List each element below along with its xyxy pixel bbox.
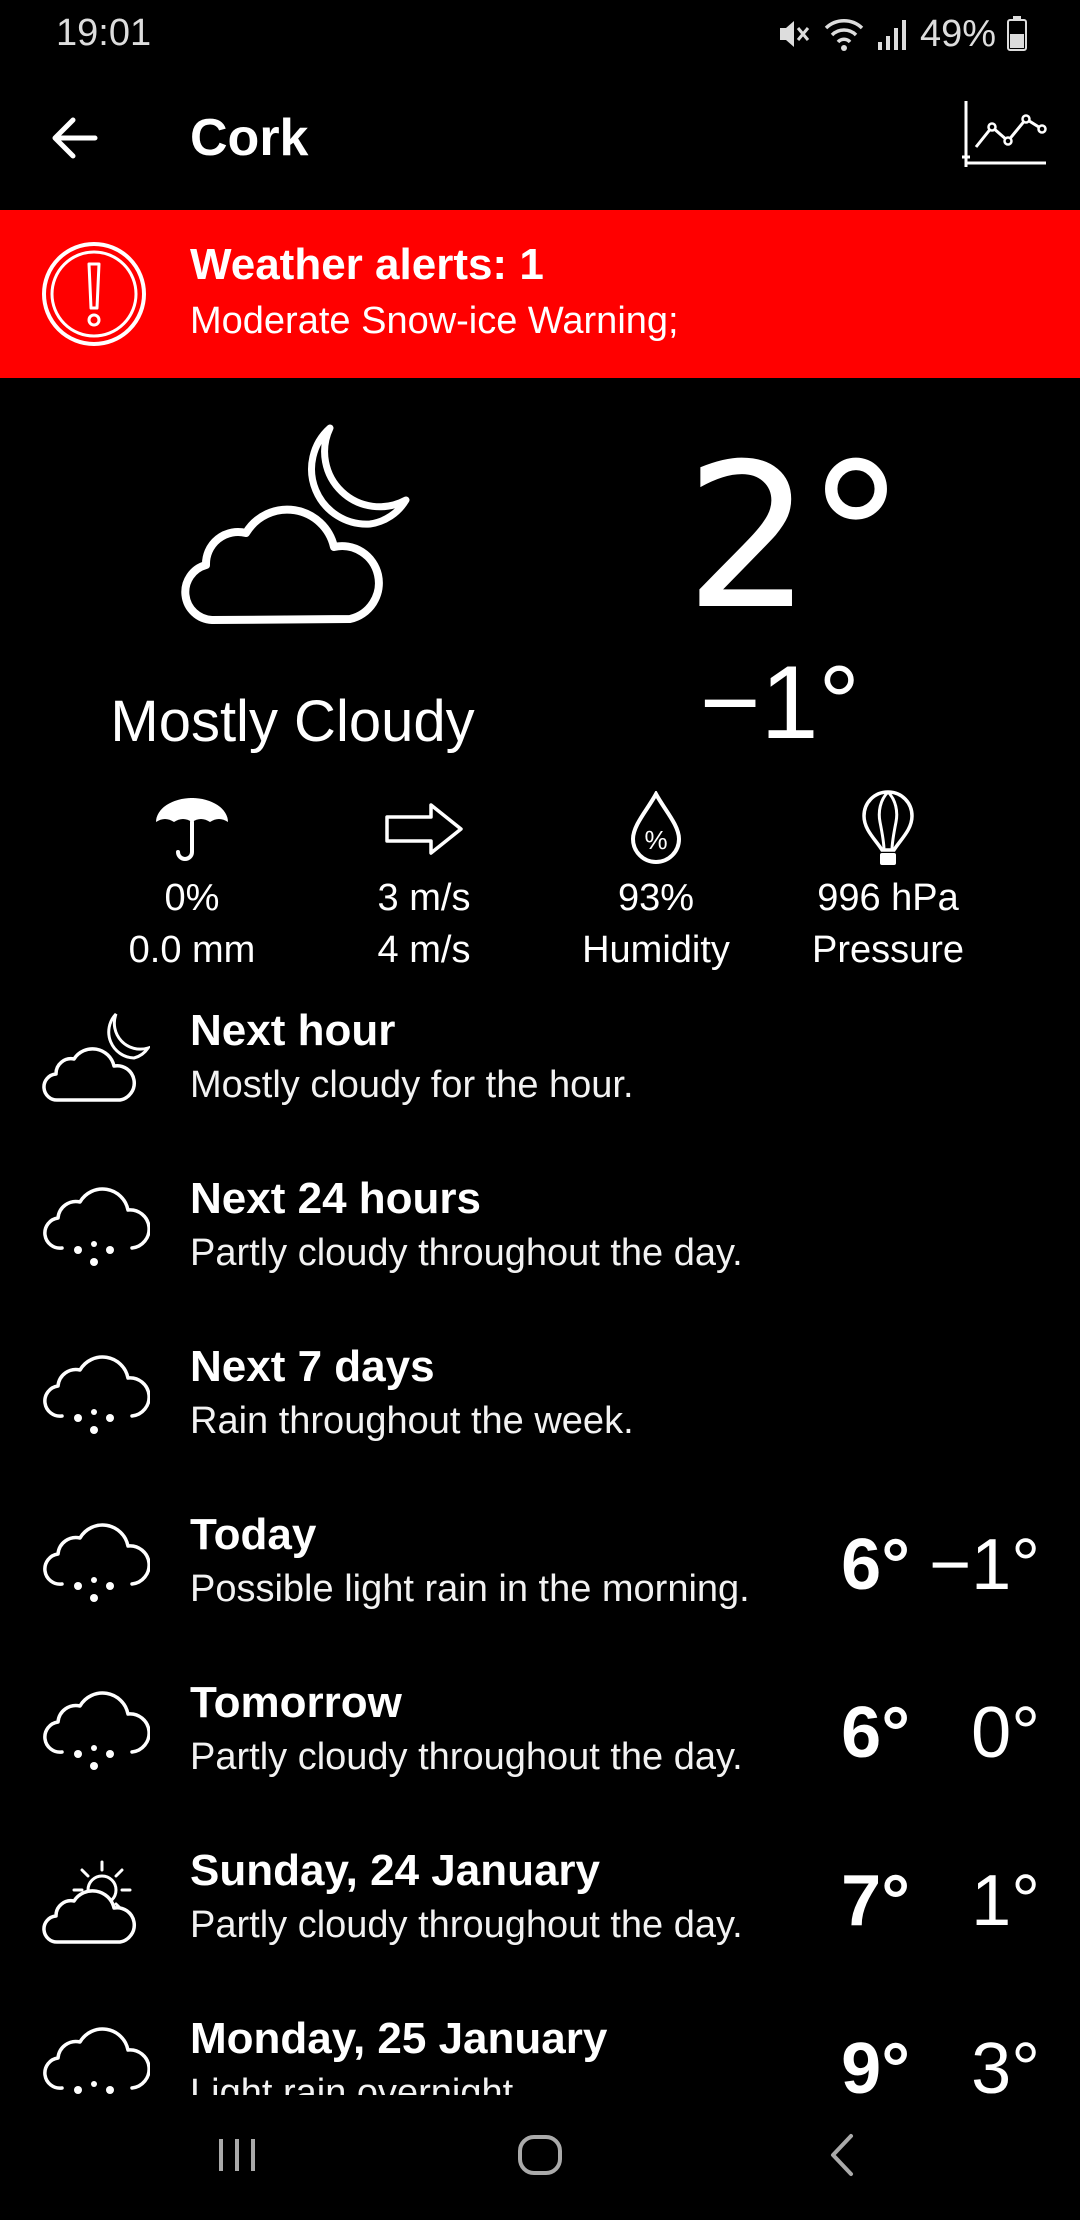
forecast-high: 7° (841, 1861, 910, 1941)
cloud-rain-icon (38, 1178, 151, 1278)
app-bar: Cork (0, 70, 1080, 210)
cloud-moon-icon (160, 420, 420, 640)
home-icon (516, 2131, 564, 2184)
forecast-title: Next hour (190, 1006, 396, 1055)
alert-title: Weather alerts: 1 (190, 240, 544, 289)
forecast-title: Sunday, 24 January (190, 1846, 601, 1895)
forecast-summary: Light rain overnight. (190, 2072, 524, 2095)
forecast-row-next-7-days[interactable]: Next 7 days Rain throughout the week. (0, 1326, 1080, 1494)
humidity-stat: % 93% Humidity (540, 790, 772, 980)
weather-alert-banner[interactable]: Weather alerts: 1 Moderate Snow-ice Warn… (0, 210, 1080, 378)
nav-back-button[interactable] (787, 2117, 897, 2197)
forecast-title: Next 24 hours (190, 1174, 481, 1223)
current-temperature: 2° (684, 421, 906, 654)
precip-chance: 0% (164, 877, 220, 919)
recents-icon (215, 2135, 259, 2180)
forecast-low: 0° (971, 1693, 1040, 1773)
forecast-summary: Partly cloudy throughout the day. (190, 1232, 743, 1274)
forecast-row-next-hour[interactable]: Next hour Mostly cloudy for the hour. (0, 990, 1080, 1158)
forecast-summary: Partly cloudy throughout the day. (190, 1904, 743, 1946)
recents-button[interactable] (182, 2117, 292, 2197)
chart-button[interactable] (956, 94, 1052, 180)
battery-icon (1006, 14, 1028, 54)
forecast-summary: Partly cloudy throughout the day. (190, 1736, 743, 1778)
pressure-value: 996 hPa (817, 877, 959, 919)
forecast-list: Next hour Mostly cloudy for the hour. Ne… (0, 990, 1080, 2095)
svg-text:%: % (644, 825, 667, 855)
wind-gust: 4 m/s (377, 929, 471, 971)
feels-like-temperature: −1° (699, 645, 860, 761)
forecast-row-today[interactable]: Today Possible light rain in the morning… (0, 1494, 1080, 1662)
forecast-row-sunday[interactable]: Sunday, 24 January Partly cloudy through… (0, 1830, 1080, 1998)
forecast-summary: Rain throughout the week. (190, 1400, 634, 1442)
page-title: Cork (190, 109, 309, 167)
pressure-label: Pressure (811, 929, 965, 971)
home-button[interactable] (485, 2117, 595, 2197)
wind-speed: 3 m/s (377, 877, 471, 919)
forecast-title: Next 7 days (190, 1342, 435, 1391)
system-nav-bar (0, 2095, 1080, 2220)
wifi-icon (822, 14, 866, 54)
wind-arrow-icon (383, 790, 465, 868)
cloud-rain-icon (38, 1346, 151, 1446)
exclamation-circle-icon (40, 240, 148, 348)
cloud-rain-icon (38, 2018, 151, 2095)
status-icons: 49% (776, 12, 1028, 56)
forecast-low: 3° (971, 2029, 1040, 2095)
back-button[interactable] (36, 102, 112, 178)
forecast-high: 6° (841, 1525, 910, 1605)
forecast-high: 9° (841, 2029, 910, 2095)
forecast-title: Tomorrow (190, 1678, 402, 1727)
forecast-high: 6° (841, 1693, 910, 1773)
pressure-stat: 996 hPa Pressure (772, 790, 1004, 980)
status-time: 19:01 (56, 12, 152, 54)
forecast-title: Monday, 25 January (190, 2014, 608, 2063)
forecast-summary: Mostly cloudy for the hour. (190, 1064, 634, 1106)
humidity-drop-icon: % (628, 790, 684, 868)
forecast-row-monday[interactable]: Monday, 25 January Light rain overnight.… (0, 1998, 1080, 2095)
precipitation-stat: 0% 0.0 mm (76, 790, 308, 980)
wind-stat: 3 m/s 4 m/s (308, 790, 540, 980)
forecast-row-tomorrow[interactable]: Tomorrow Partly cloudy throughout the da… (0, 1662, 1080, 1830)
mute-icon (776, 14, 812, 54)
cloud-sun-icon (38, 1850, 150, 1950)
forecast-summary: Possible light rain in the morning. (190, 1568, 750, 1610)
humidity-value: 93% (617, 877, 695, 919)
forecast-low: −1° (929, 1525, 1040, 1605)
cloud-moon-icon (38, 1010, 152, 1110)
balloon-pressure-icon (860, 790, 916, 868)
current-condition: Mostly Cloudy (110, 689, 475, 754)
forecast-title: Today (190, 1510, 317, 1559)
precip-amount: 0.0 mm (128, 929, 256, 971)
status-bar: 19:01 49% (0, 0, 1080, 70)
cloud-rain-icon (38, 1682, 151, 1782)
current-stats: 0% 0.0 mm 3 m/s 4 m/s % 93% Humidity 996… (76, 790, 1004, 980)
line-chart-icon (960, 99, 1048, 176)
signal-icon (876, 14, 910, 54)
forecast-row-next-24-hours[interactable]: Next 24 hours Partly cloudy throughout t… (0, 1158, 1080, 1326)
alert-text: Moderate Snow-ice Warning; (190, 300, 679, 342)
battery-percent: 49% (919, 12, 996, 55)
forecast-low: 1° (971, 1861, 1040, 1941)
arrow-left-icon (49, 116, 99, 165)
cloud-rain-icon (38, 1514, 151, 1614)
umbrella-icon (152, 790, 232, 868)
nav-back-icon (827, 2132, 857, 2183)
humidity-label: Humidity (582, 929, 730, 971)
